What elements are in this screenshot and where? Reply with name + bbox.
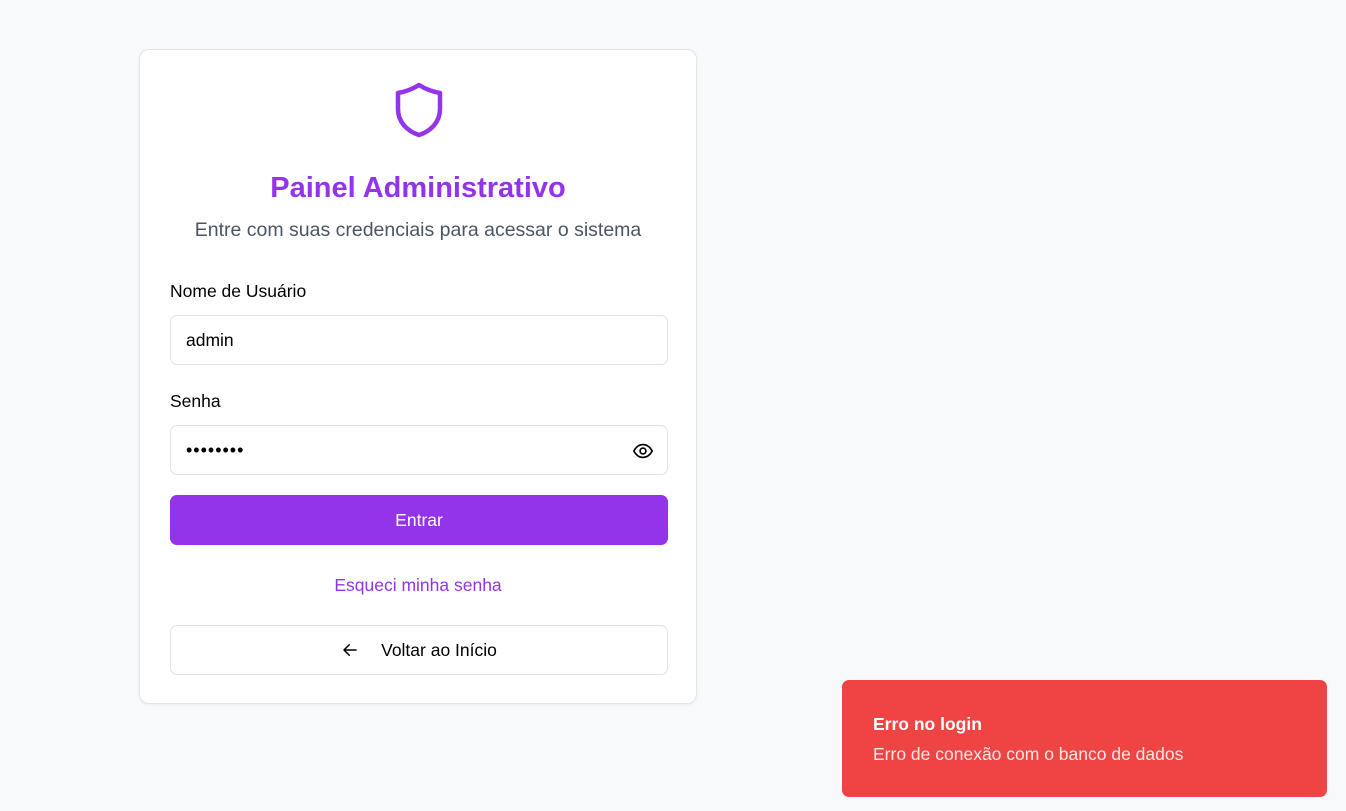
toast-message: Erro de conexão com o banco de dados [873,744,1184,764]
username-value: admin [186,330,234,350]
username-label: Nome de Usuário [170,281,307,301]
username-field[interactable]: admin [170,315,668,365]
password-label: Senha [170,391,221,411]
shield-icon [395,82,443,138]
error-toast[interactable]: Erro no login Erro de conexão com o banc… [842,680,1327,797]
login-page: Painel Administrativo Entre com suas cre… [0,0,1346,811]
back-home-label: Voltar ao Início [381,640,497,660]
password-field[interactable]: •••••••• [170,425,668,475]
eye-icon[interactable] [632,440,654,462]
page-title: Painel Administrativo [270,172,566,204]
arrow-left-icon [343,644,357,656]
login-card: Painel Administrativo Entre com suas cre… [139,49,697,704]
password-value: •••••••• [186,440,245,460]
page-subtitle: Entre com suas credenciais para acessar … [194,219,642,241]
forgot-password-link[interactable]: Esqueci minha senha [140,574,696,596]
toast-title: Erro no login [873,714,982,734]
back-home-button[interactable]: Voltar ao Início [170,625,668,675]
login-button[interactable]: Entrar [170,495,668,545]
